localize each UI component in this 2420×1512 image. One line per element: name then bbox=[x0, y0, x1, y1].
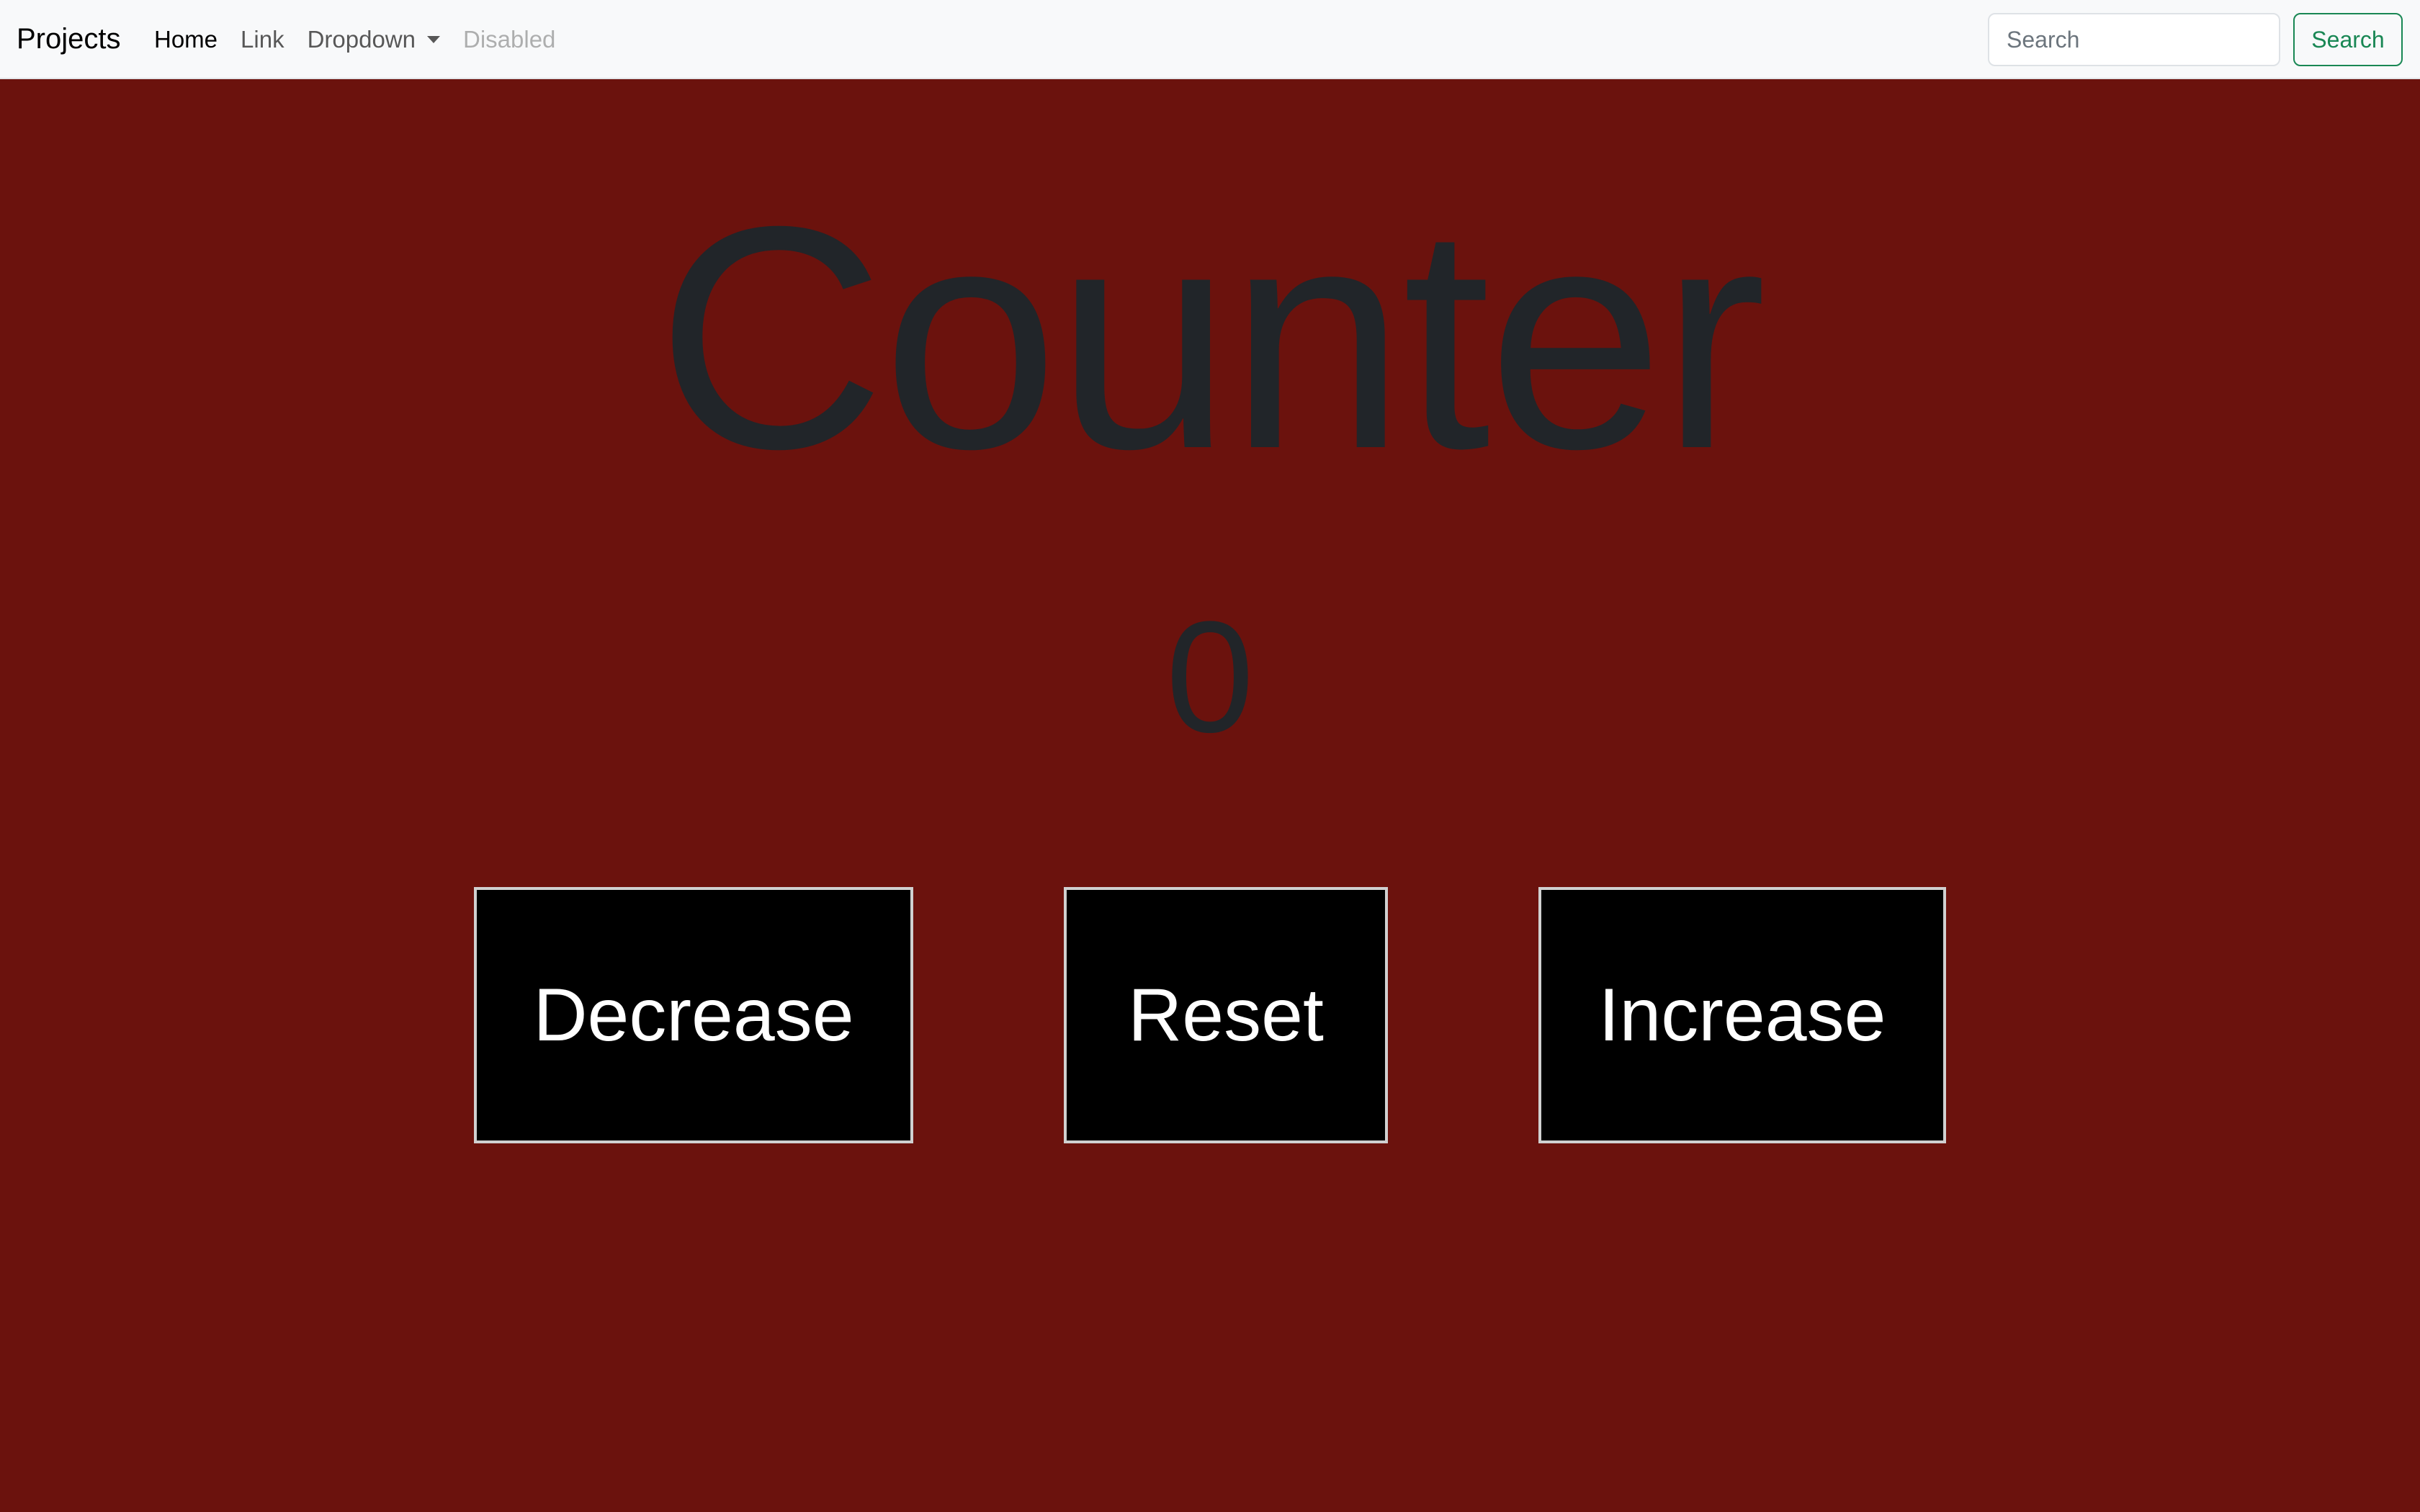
reset-button[interactable]: Reset bbox=[1064, 887, 1388, 1143]
caret-down-icon bbox=[427, 36, 440, 43]
search-input[interactable] bbox=[1988, 13, 2280, 66]
nav-dropdown-label: Dropdown bbox=[307, 26, 416, 53]
page-title: Counter bbox=[656, 161, 1766, 515]
increase-button[interactable]: Increase bbox=[1538, 887, 1946, 1143]
nav-link-home[interactable]: Home bbox=[154, 24, 218, 55]
search-button[interactable]: Search bbox=[2293, 13, 2403, 66]
nav-links: Home Link Dropdown Disabled bbox=[154, 24, 578, 55]
nav-link-disabled: Disabled bbox=[463, 26, 556, 53]
navbar: Projects Home Link Dropdown Disabled Sea… bbox=[0, 0, 2420, 79]
navbar-brand[interactable]: Projects bbox=[17, 22, 121, 56]
decrease-button[interactable]: Decrease bbox=[474, 887, 913, 1143]
nav-link-link[interactable]: Link bbox=[241, 24, 284, 55]
nav-dropdown-toggle[interactable]: Dropdown bbox=[308, 24, 440, 55]
counter-value: 0 bbox=[1165, 588, 1255, 765]
